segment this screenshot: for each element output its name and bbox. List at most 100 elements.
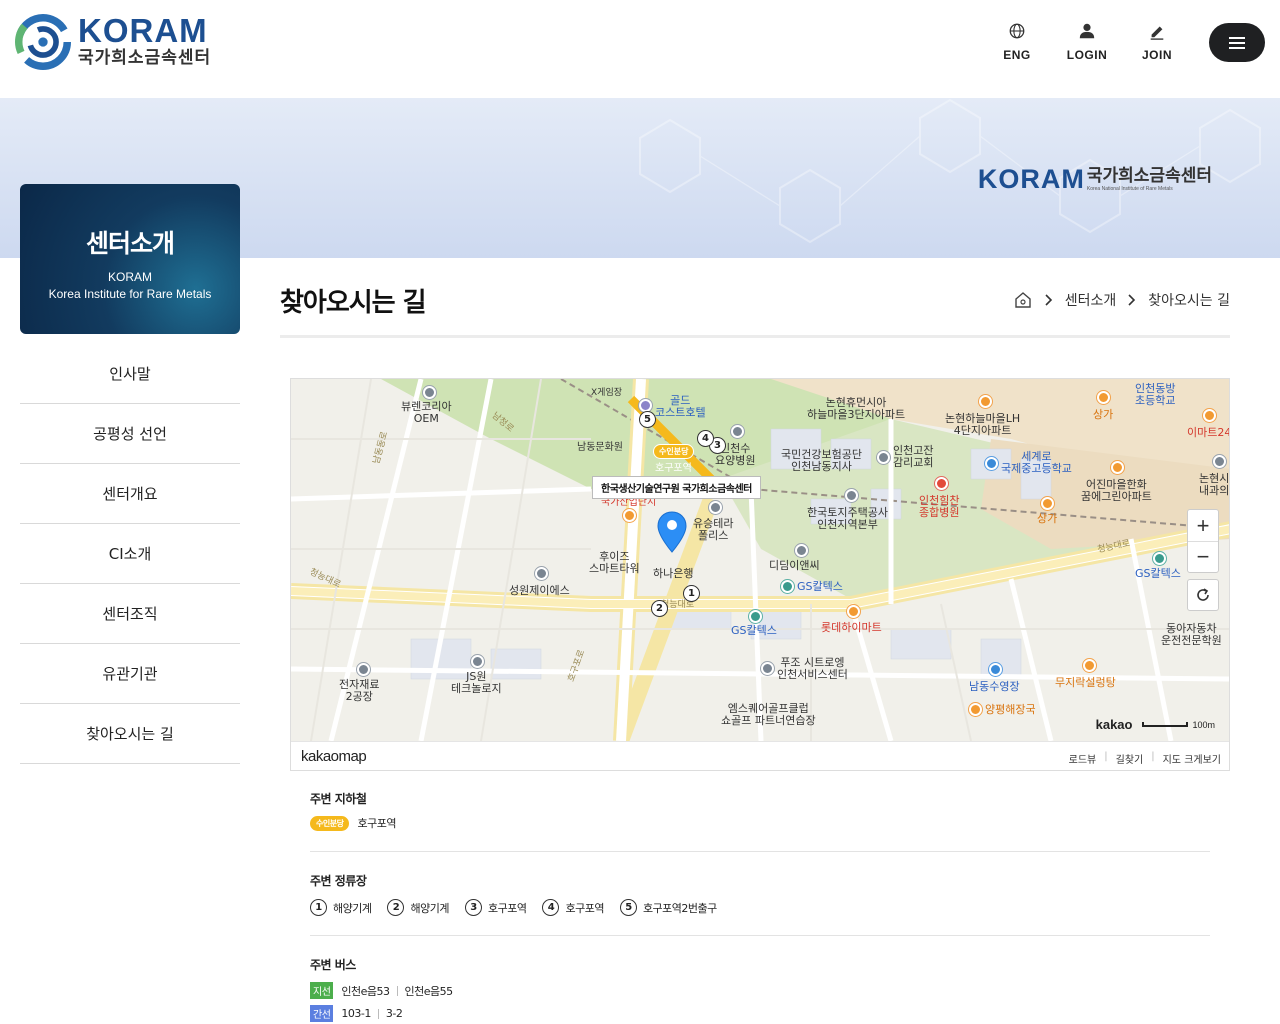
section-divider <box>310 935 1210 936</box>
poi-marker[interactable] <box>979 395 992 408</box>
bus-stop-marker[interactable]: 2 <box>651 600 668 617</box>
bus-stops-section: 주변 정류장 1 해양기계 2 해양기계 3 호구포역 4 호구포역 5 호구포역2번출구 <box>310 872 1210 916</box>
poi-marker[interactable] <box>623 509 636 522</box>
user-icon <box>1079 23 1095 39</box>
map-label: 하나은행 <box>653 567 694 580</box>
roadview-link[interactable]: 로드뷰 <box>1069 751 1097 766</box>
poi-marker[interactable] <box>985 457 998 470</box>
bus-stop-marker[interactable]: 5 <box>639 411 656 428</box>
poi-marker[interactable] <box>761 662 774 675</box>
map-label: 전자재료 2공장 <box>339 678 380 703</box>
side-menu-overview[interactable]: 센터개요 <box>20 464 240 524</box>
map-label: 이마트24 <box>1187 426 1230 439</box>
side-subtitle-1: KORAM <box>107 270 152 284</box>
bus-heading: 주변 버스 <box>310 958 356 972</box>
side-menu-related[interactable]: 유관기관 <box>20 644 240 704</box>
menu-button[interactable] <box>1209 23 1265 62</box>
poi-marker[interactable] <box>1111 461 1124 474</box>
logo-text-ko: 국가희소금속센터 <box>78 48 212 68</box>
poi-marker[interactable] <box>471 655 484 668</box>
map-label: 푸조 시트로엥 인천서비스센터 <box>777 656 848 681</box>
poi-marker[interactable] <box>1153 552 1166 565</box>
subway-line-badge[interactable]: 수인분당 <box>653 444 695 459</box>
map-label: X게임장 <box>591 388 623 398</box>
side-title-box: 센터소개 KORAM Korea Institute for Rare Meta… <box>20 184 240 334</box>
breadcrumb-item[interactable]: 센터소개 <box>1065 290 1117 310</box>
map-label: 인천힘찬 종합병원 <box>919 494 960 519</box>
poi-marker[interactable] <box>639 399 652 412</box>
breadcrumb: 센터소개 찾아오시는 길 <box>1013 290 1230 310</box>
side-menu-organization[interactable]: 센터조직 <box>20 584 240 644</box>
banner-logo-en: KORAM <box>977 164 1085 194</box>
poi-marker[interactable] <box>1097 391 1110 404</box>
map-label: 디딤이앤씨 <box>769 559 820 572</box>
join-label: JOIN <box>1141 48 1172 62</box>
banner-logo: KORAM 국가희소금속센터 Korea National Institute … <box>977 164 1212 194</box>
map-label: 한국토지주택공사 인천지역본부 <box>807 506 888 531</box>
bus-type-badge: 지선 <box>310 982 334 999</box>
map-label: 뷰렌코리아 OEM <box>401 400 452 425</box>
chevron-right-icon <box>1045 294 1053 306</box>
map-label: 무지락설렁탕 <box>1055 676 1116 689</box>
bus-section: 주변 버스 지선 인천e음53 인천e음55 간선 103-1 3-2 <box>310 956 1210 1022</box>
refresh-icon <box>1197 588 1209 601</box>
map-label: GS칼텍스 <box>797 580 843 593</box>
zoom-out-button[interactable]: − <box>1188 541 1218 572</box>
side-menu-fairness[interactable]: 공평성 선언 <box>20 404 240 464</box>
side-menu-directions[interactable]: 찾아오시는 길 <box>20 704 240 764</box>
map-label: 롯데하이마트 <box>821 621 882 634</box>
kakao-logo: kakao <box>1095 717 1133 732</box>
poi-marker[interactable] <box>845 489 858 502</box>
enlarge-map-link[interactable]: 지도 크게보기 <box>1163 751 1221 766</box>
poi-marker[interactable] <box>781 580 794 593</box>
poi-marker[interactable] <box>989 663 1002 676</box>
hamburger-icon <box>1229 36 1245 49</box>
eng-button[interactable]: ENG <box>982 22 1052 62</box>
bus-stop-marker[interactable]: 4 <box>697 430 714 447</box>
join-button[interactable]: JOIN <box>1122 22 1192 62</box>
site-header: KORAM 국가희소금속센터 ENG LOGIN JOIN <box>0 0 1280 98</box>
poi-marker[interactable] <box>357 663 370 676</box>
poi-marker[interactable] <box>1041 497 1054 510</box>
poi-marker[interactable] <box>749 610 762 623</box>
subway-heading: 주변 지하철 <box>310 792 367 806</box>
bus-stop-item[interactable]: 1 해양기계 <box>310 899 372 916</box>
bus-stop-item[interactable]: 4 호구포역 <box>542 899 604 916</box>
kakaomap-brand[interactable]: kakaomap <box>301 748 367 765</box>
side-menu-greeting[interactable]: 인사말 <box>20 344 240 404</box>
map-label: 인천고잔 감리교회 <box>893 444 934 469</box>
poi-marker[interactable] <box>877 451 890 464</box>
home-icon[interactable] <box>1013 290 1033 310</box>
site-logo[interactable]: KORAM 국가희소금속센터 <box>14 14 211 70</box>
bus-stop-item[interactable]: 5 호구포역2번출구 <box>619 899 717 916</box>
side-menu-ci[interactable]: CI소개 <box>20 524 240 584</box>
zoom-in-button[interactable]: + <box>1188 510 1218 541</box>
location-pin-icon[interactable] <box>657 511 687 553</box>
refresh-button[interactable] <box>1187 579 1219 611</box>
poi-marker[interactable] <box>795 544 808 557</box>
map-info-window: 한국생산기술연구원 국가희소금속센터 <box>592 476 761 499</box>
poi-marker[interactable] <box>423 386 436 399</box>
bus-stop-item[interactable]: 3 호구포역 <box>464 899 527 916</box>
bus-stop-item[interactable]: 2 해양기계 <box>387 899 449 916</box>
koram-logo-icon <box>15 14 71 70</box>
poi-marker[interactable] <box>709 501 722 514</box>
bus-type-badge: 간선 <box>310 1005 334 1022</box>
subway-station: 호구포역 <box>357 817 396 830</box>
login-button[interactable]: LOGIN <box>1052 22 1122 62</box>
map-label: 상가 <box>1093 408 1114 421</box>
poi-marker[interactable] <box>847 605 860 618</box>
poi-marker[interactable] <box>731 425 744 438</box>
poi-marker[interactable] <box>1203 409 1216 422</box>
kakao-map[interactable]: 남동동로 청능대로 남청로 청능대로 호구포로 청능대로 뷰렌코리아 OEM X… <box>290 378 1230 771</box>
map-label: 국민건강보험공단 인천남동지사 <box>781 448 862 473</box>
bus-stop-marker[interactable]: 1 <box>683 585 700 602</box>
poi-marker[interactable] <box>969 703 982 716</box>
map-label: 후이즈 스마트타워 <box>589 550 640 575</box>
poi-marker[interactable] <box>1213 455 1226 468</box>
poi-marker[interactable] <box>1083 659 1096 672</box>
poi-marker[interactable] <box>535 567 548 580</box>
directions-link[interactable]: 길찾기 <box>1116 751 1144 766</box>
poi-marker[interactable] <box>935 477 948 490</box>
map-label: 논현시 내과의 <box>1199 472 1230 497</box>
